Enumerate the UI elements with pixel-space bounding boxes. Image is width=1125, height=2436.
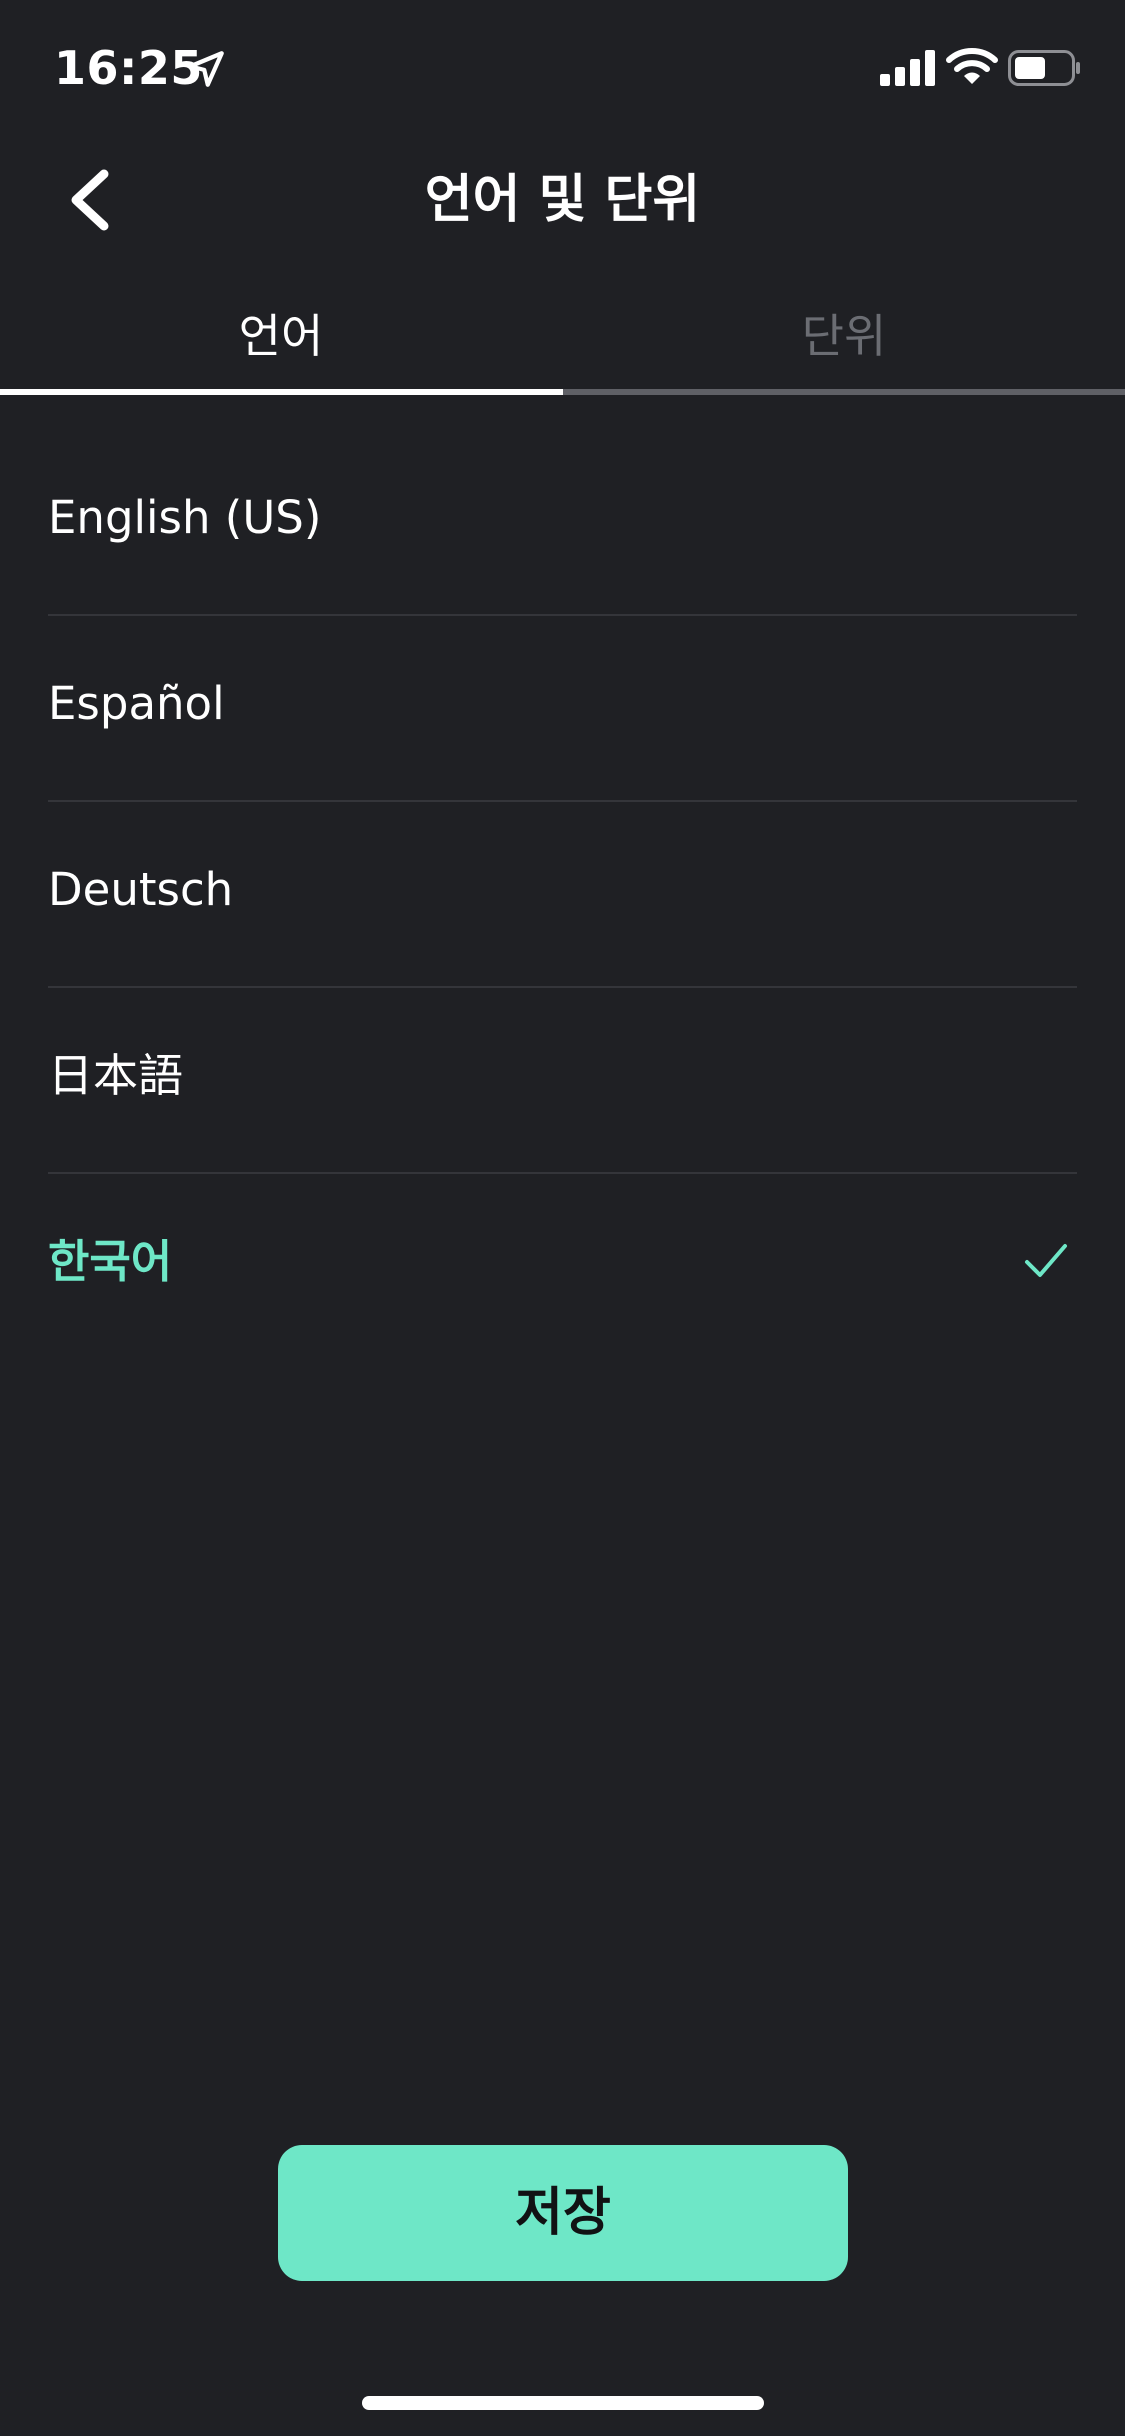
language-label: 한국어 (48, 1235, 173, 1288)
wifi-icon (946, 48, 998, 84)
save-button[interactable]: 저장 (278, 2145, 848, 2281)
location-arrow-icon (188, 51, 224, 87)
language-item-korean[interactable]: 한국어 (48, 1174, 1077, 1360)
language-item-japanese[interactable]: 日本語 (48, 988, 1077, 1174)
status-bar: 16:25 (0, 0, 1125, 132)
battery-icon (1008, 50, 1080, 86)
language-label: Deutsch (48, 863, 234, 916)
tab-units[interactable]: 단위 (563, 296, 1125, 392)
language-item-spanish[interactable]: Español (48, 616, 1077, 802)
language-list: English (US) Español Deutsch 日本語 한국어 (48, 430, 1077, 1360)
cellular-signal-icon (880, 50, 935, 86)
language-item-english[interactable]: English (US) (48, 430, 1077, 616)
tab-language[interactable]: 언어 (0, 296, 562, 392)
language-label: 日本語 (48, 1049, 184, 1102)
tab-active-indicator (0, 389, 563, 395)
home-indicator[interactable] (362, 2396, 764, 2410)
status-time: 16:25 (54, 41, 203, 95)
language-label: English (US) (48, 491, 322, 544)
language-item-german[interactable]: Deutsch (48, 802, 1077, 988)
language-label: Español (48, 677, 225, 730)
checkmark-icon (1025, 1244, 1067, 1277)
page-title: 언어 및 단위 (424, 170, 701, 230)
